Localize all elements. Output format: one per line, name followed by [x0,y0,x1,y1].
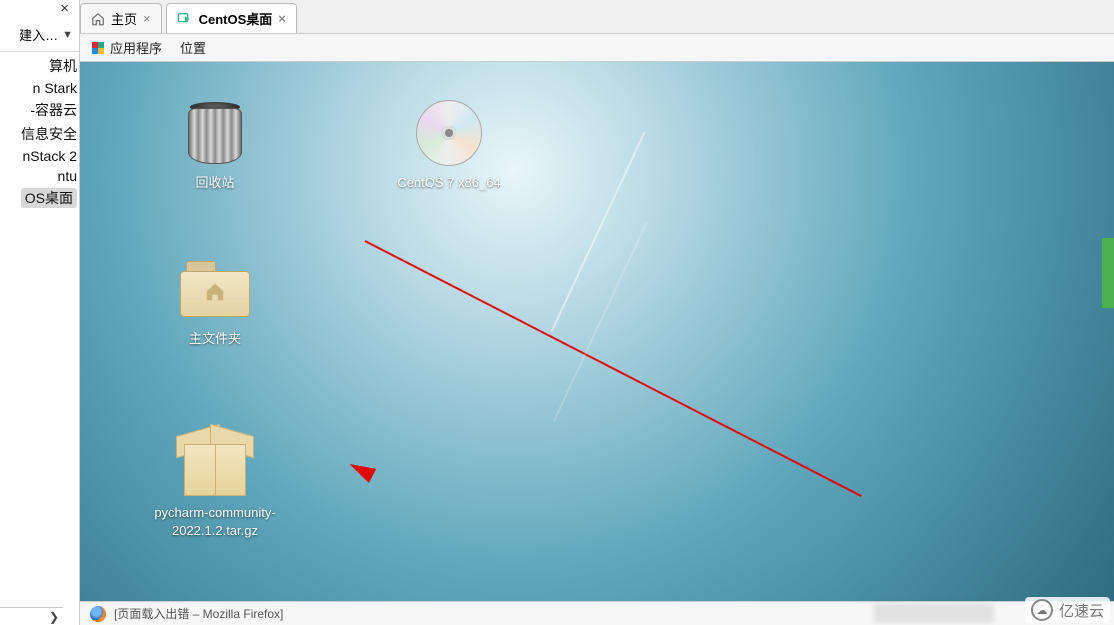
tree-item[interactable]: -容器云 [30,100,77,120]
gnome-bottom-panel: [页面载入出错 – Mozilla Firefox] [80,601,1114,625]
tab-home[interactable]: 主页 × [80,3,162,33]
tab-centos-label: CentOS桌面 [199,9,273,28]
sidebar-hscroll[interactable]: ❯ [0,607,63,625]
menu-places[interactable]: 位置 [180,38,206,57]
trash-icon [180,98,250,168]
cloud-icon: ☁ [1031,599,1053,621]
tree-item[interactable]: n Stark [33,80,77,96]
home-icon [91,12,105,26]
sidebar-close-row: × [0,0,79,18]
task-indicators [874,603,994,623]
close-icon[interactable]: × [60,0,69,18]
tree-item[interactable]: 信息安全 [21,124,77,144]
annotation-arrow-head [346,457,376,483]
annotation-arrow [365,240,862,497]
menu-applications[interactable]: 应用程序 [92,38,162,57]
host-tab-strip: 主页 × CentOS桌面 × [80,0,1114,34]
right-side-tab[interactable] [1102,238,1114,308]
tree-item[interactable]: ntu [58,168,77,184]
vm-play-icon [177,11,193,27]
cd-icon [414,98,484,168]
desktop-icon-home[interactable]: 主文件夹 [140,254,290,348]
gnome-top-panel: 应用程序 位置 [80,34,1114,62]
trash-label: 回收站 [140,174,290,192]
archive-icon [180,428,250,498]
archive-label: pycharm-community-2022.1.2.tar.gz [140,504,290,539]
vm-tree: 算机 n Stark -容器云 信息安全 nStack 2 ntu OS桌面 [0,52,79,625]
menu-places-label: 位置 [180,41,206,56]
applications-icon [92,42,104,54]
sidebar-search-row[interactable]: 建入… ▼ [0,18,79,52]
chevron-down-icon[interactable]: ▼ [62,29,73,41]
watermark-text: 亿速云 [1059,600,1104,621]
tab-home-label: 主页 [111,9,137,28]
desktop-icon-trash[interactable]: 回收站 [140,98,290,192]
folder-home-icon [180,254,250,324]
vm-library-sidebar: × 建入… ▼ 算机 n Stark -容器云 信息安全 nStack 2 nt… [0,0,80,625]
guest-desktop[interactable]: 回收站 CentOS 7 x86_64 主文件夹 pycharm-communi… [80,62,1114,601]
tab-centos[interactable]: CentOS桌面 × [166,3,297,33]
close-icon[interactable]: × [278,11,286,26]
firefox-icon[interactable] [90,606,106,622]
chevron-right-icon[interactable]: ❯ [49,610,63,624]
firefox-window-title[interactable]: [页面载入出错 – Mozilla Firefox] [114,605,283,622]
tree-item-selected[interactable]: OS桌面 [21,188,77,208]
home-label: 主文件夹 [140,330,290,348]
desktop-icon-disc[interactable]: CentOS 7 x86_64 [374,98,524,192]
close-icon[interactable]: × [143,11,151,26]
disc-label: CentOS 7 x86_64 [374,174,524,192]
search-label: 建入… [19,25,58,44]
desktop-icon-archive[interactable]: pycharm-community-2022.1.2.tar.gz [140,428,290,539]
watermark: ☁ 亿速云 [1025,597,1110,623]
menu-applications-label: 应用程序 [110,38,162,57]
tree-item[interactable]: 算机 [49,56,77,76]
tree-item[interactable]: nStack 2 [23,148,77,164]
